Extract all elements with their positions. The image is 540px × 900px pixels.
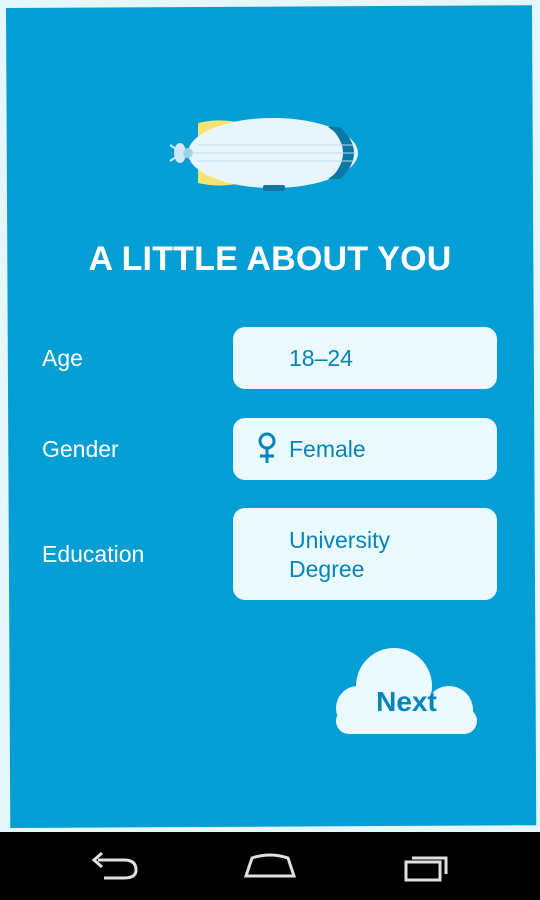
home-icon[interactable] [240, 850, 300, 882]
age-field[interactable]: 18–24 [233, 327, 497, 389]
back-icon[interactable] [84, 850, 144, 882]
next-button[interactable]: Next [336, 648, 477, 736]
age-value: 18–24 [289, 345, 353, 371]
next-button-label: Next [376, 686, 437, 717]
education-label: Education [42, 541, 145, 567]
recent-apps-icon[interactable] [398, 850, 458, 882]
page-title: A LITTLE ABOUT YOU [88, 240, 452, 278]
gender-label: Gender [42, 436, 119, 462]
blimp-illustration [169, 118, 358, 191]
age-label: Age [42, 345, 83, 371]
education-field[interactable]: University Degree [233, 508, 497, 600]
navigation-bar [0, 832, 540, 900]
education-value-line1: University [289, 527, 390, 553]
education-value-line2: Degree [289, 556, 365, 582]
gender-value: Female [289, 436, 366, 462]
gender-field[interactable]: Female [233, 418, 497, 480]
female-symbol-icon [258, 432, 276, 463]
